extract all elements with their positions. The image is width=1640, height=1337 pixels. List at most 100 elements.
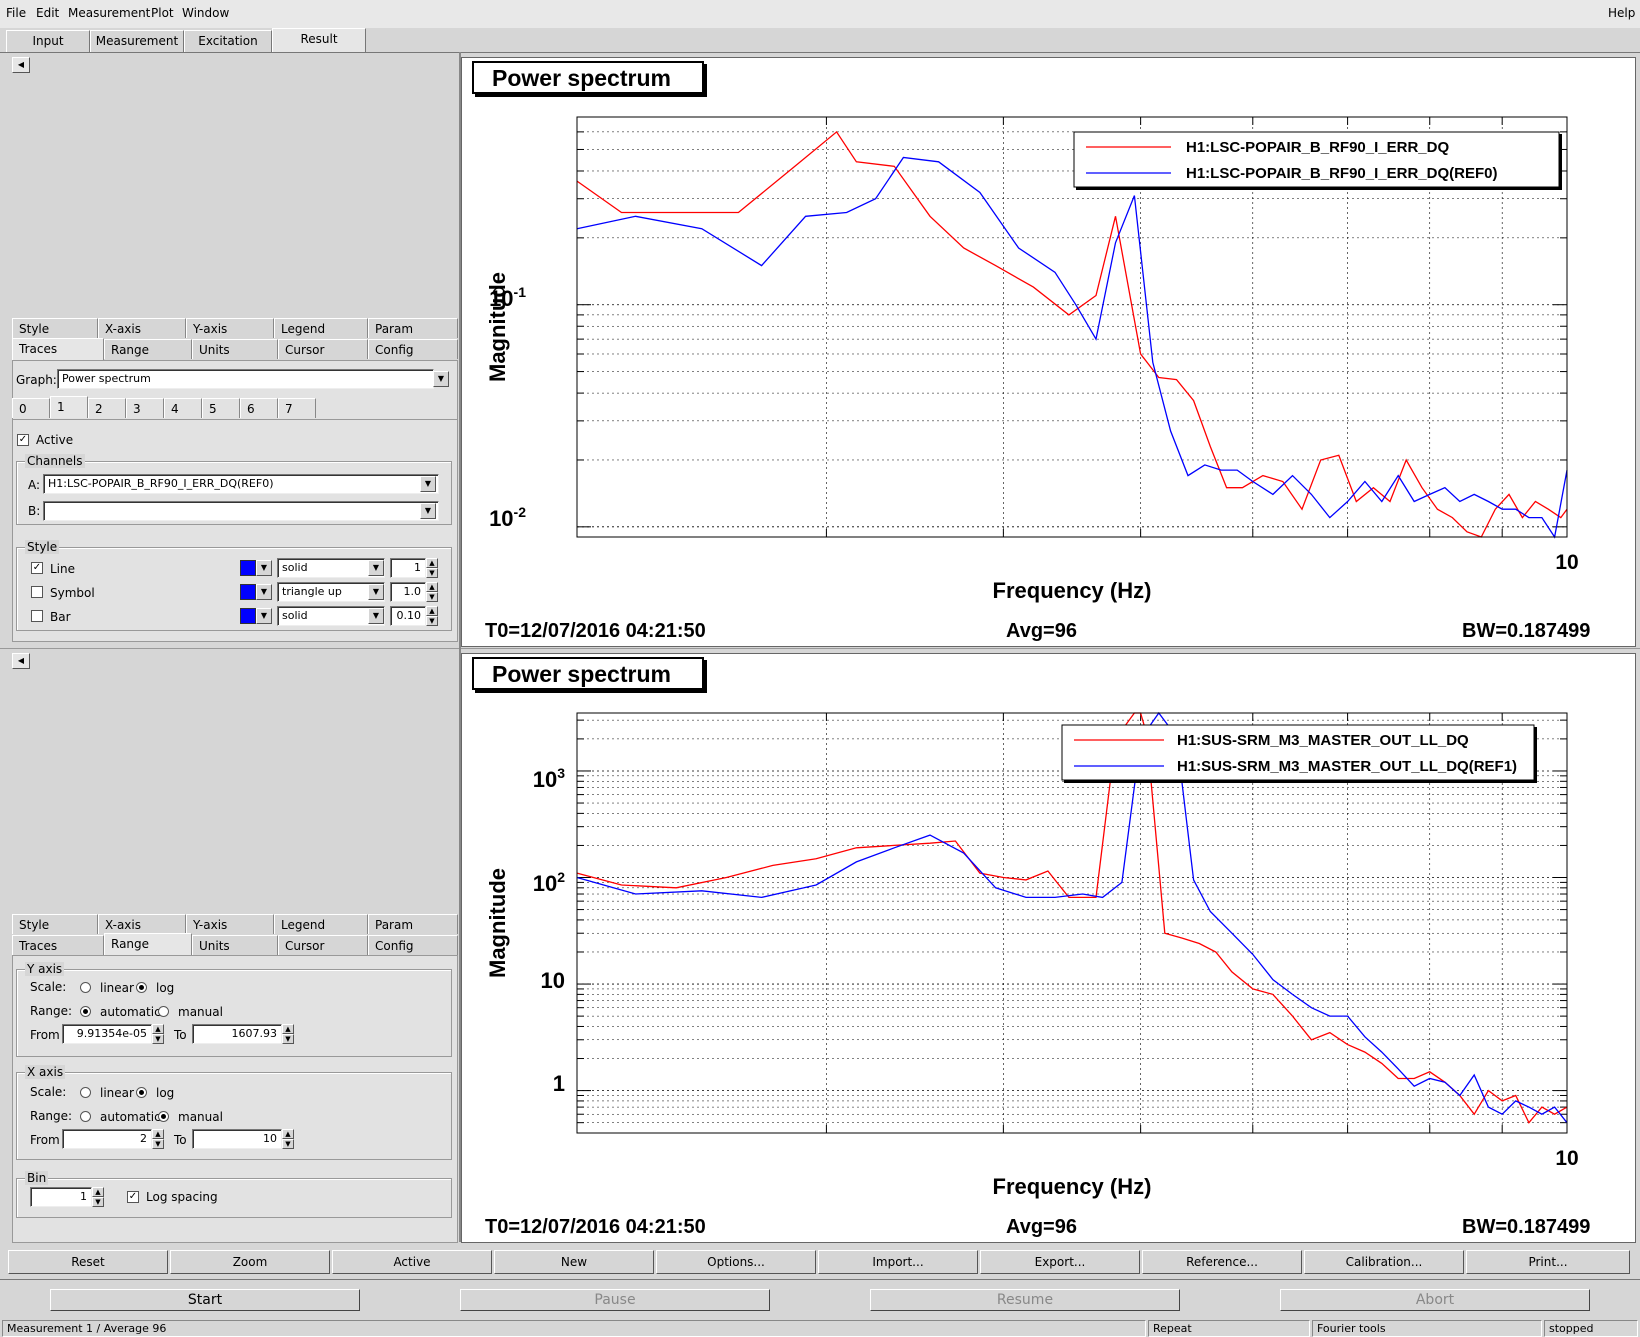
x-to-field[interactable]: 10 bbox=[192, 1129, 282, 1149]
ptab-xaxis[interactable]: X-axis bbox=[98, 318, 186, 338]
ptab2-yaxis[interactable]: Y-axis bbox=[186, 914, 274, 934]
channel-a-select[interactable]: H1:LSC-POPAIR_B_RF90_I_ERR_DQ(REF0) bbox=[43, 474, 439, 494]
y-automatic-radio[interactable] bbox=[80, 1006, 91, 1017]
menu-help[interactable]: Help bbox=[1608, 6, 1635, 20]
ptab2-style[interactable]: Style bbox=[12, 914, 98, 934]
ptab2-units[interactable]: Units bbox=[192, 935, 278, 955]
active-checkbox[interactable]: ✓ bbox=[17, 434, 29, 446]
menu-plot[interactable]: Plot bbox=[151, 6, 174, 20]
x-from-field[interactable]: 2 bbox=[62, 1129, 152, 1149]
channel-b-dropdown-icon[interactable]: ▼ bbox=[420, 503, 436, 519]
tab-excitation[interactable]: Excitation bbox=[184, 30, 272, 52]
reset-button[interactable]: Reset bbox=[8, 1250, 168, 1274]
bar-style-dropdown-icon[interactable]: ▼ bbox=[368, 608, 384, 624]
ptab-traces[interactable]: Traces bbox=[12, 338, 104, 360]
graph-select[interactable]: Power spectrum bbox=[57, 369, 434, 389]
graph-dropdown-icon[interactable]: ▼ bbox=[433, 371, 449, 387]
ptab-cursor[interactable]: Cursor bbox=[278, 339, 368, 359]
ptab-yaxis[interactable]: Y-axis bbox=[186, 318, 274, 338]
symbol-checkbox[interactable] bbox=[31, 586, 43, 598]
ptab2-xaxis[interactable]: X-axis bbox=[98, 914, 186, 934]
ptab-range[interactable]: Range bbox=[104, 339, 192, 359]
bin-spinner[interactable]: ▲ ▼ bbox=[92, 1187, 104, 1207]
zoom-button[interactable]: Zoom bbox=[170, 1250, 330, 1274]
symbol-style-dropdown-icon[interactable]: ▼ bbox=[368, 584, 384, 600]
y-manual-radio[interactable] bbox=[158, 1006, 169, 1017]
line-style-dropdown-icon[interactable]: ▼ bbox=[368, 560, 384, 576]
import-button[interactable]: Import... bbox=[818, 1250, 978, 1274]
trace-tab-2[interactable]: 2 bbox=[88, 398, 126, 418]
y-from-spinner[interactable]: ▲ ▼ bbox=[152, 1024, 164, 1044]
resume-button[interactable]: Resume bbox=[870, 1289, 1180, 1311]
line-width-field[interactable]: 1 bbox=[390, 558, 426, 578]
symbol-size-field[interactable]: 1.0 bbox=[390, 582, 426, 602]
menu-file[interactable]: File bbox=[6, 6, 26, 20]
ptab2-legend[interactable]: Legend bbox=[274, 914, 368, 934]
trace-tab-4[interactable]: 4 bbox=[164, 398, 202, 418]
line-checkbox[interactable]: ✓ bbox=[31, 562, 43, 574]
trace-tab-3[interactable]: 3 bbox=[126, 398, 164, 418]
tab-input[interactable]: Input bbox=[6, 30, 90, 52]
y-log-radio[interactable] bbox=[136, 982, 147, 993]
ptab2-cursor[interactable]: Cursor bbox=[278, 935, 368, 955]
menu-edit[interactable]: Edit bbox=[36, 6, 59, 20]
plot-1-svg[interactable]: 10-1 10-2 10 Frequency (Hz) Magnitude H1… bbox=[461, 57, 1636, 647]
x-linear-radio[interactable] bbox=[80, 1087, 91, 1098]
bar-color-swatch[interactable] bbox=[240, 608, 256, 624]
x-automatic-radio[interactable] bbox=[80, 1111, 91, 1122]
menu-window[interactable]: Window bbox=[182, 6, 229, 20]
collapse-left-icon[interactable]: ◀ bbox=[12, 57, 30, 73]
log-spacing-checkbox[interactable]: ✓ bbox=[127, 1191, 139, 1203]
trace-tab-1[interactable]: 1 bbox=[50, 396, 88, 418]
line-color-dropdown-icon[interactable]: ▼ bbox=[256, 560, 272, 576]
plot-2-svg[interactable]: 103 102 10 1 10 Frequency (Hz) Magnitude… bbox=[461, 653, 1636, 1243]
trace-tab-6[interactable]: 6 bbox=[240, 398, 278, 418]
channel-a-dropdown-icon[interactable]: ▼ bbox=[420, 476, 436, 492]
ptab2-range[interactable]: Range bbox=[104, 933, 192, 955]
calibration-button[interactable]: Calibration... bbox=[1304, 1250, 1464, 1274]
symbol-color-swatch[interactable] bbox=[240, 584, 256, 600]
line-width-spinner[interactable]: ▲ ▼ bbox=[426, 558, 438, 578]
symbol-color-dropdown-icon[interactable]: ▼ bbox=[256, 584, 272, 600]
y-linear-radio[interactable] bbox=[80, 982, 91, 993]
menu-measurement[interactable]: Measurement bbox=[68, 6, 150, 20]
y-from-field[interactable]: 9.91354e-05 bbox=[62, 1024, 152, 1044]
collapse-left-bottom-icon[interactable]: ◀ bbox=[12, 653, 30, 669]
ptab2-param[interactable]: Param bbox=[368, 914, 458, 934]
channel-b-select[interactable] bbox=[43, 501, 439, 521]
start-button[interactable]: Start bbox=[50, 1289, 360, 1311]
print-button[interactable]: Print... bbox=[1466, 1250, 1630, 1274]
ptab-legend[interactable]: Legend bbox=[274, 318, 368, 338]
bin-field[interactable]: 1 bbox=[30, 1187, 92, 1207]
trace-tab-5[interactable]: 5 bbox=[202, 398, 240, 418]
new-button[interactable]: New bbox=[494, 1250, 654, 1274]
ptab-config[interactable]: Config bbox=[368, 339, 458, 359]
y-to-spinner[interactable]: ▲ ▼ bbox=[282, 1024, 294, 1044]
options-button[interactable]: Options... bbox=[656, 1250, 816, 1274]
y-to-field[interactable]: 1607.93 bbox=[192, 1024, 282, 1044]
ptab-units[interactable]: Units bbox=[192, 339, 278, 359]
active-button[interactable]: Active bbox=[332, 1250, 492, 1274]
line-color-swatch[interactable] bbox=[240, 560, 256, 576]
abort-button[interactable]: Abort bbox=[1280, 1289, 1590, 1311]
trace-tab-7[interactable]: 7 bbox=[278, 398, 316, 418]
reference-button[interactable]: Reference... bbox=[1142, 1250, 1302, 1274]
symbol-size-spinner[interactable]: ▲ ▼ bbox=[426, 582, 438, 602]
trace-tab-0[interactable]: 0 bbox=[12, 398, 50, 418]
x-manual-radio[interactable] bbox=[158, 1111, 169, 1122]
ptab2-config[interactable]: Config bbox=[368, 935, 458, 955]
pause-button[interactable]: Pause bbox=[460, 1289, 770, 1311]
export-button[interactable]: Export... bbox=[980, 1250, 1140, 1274]
ptab-style[interactable]: Style bbox=[12, 318, 98, 338]
bar-color-dropdown-icon[interactable]: ▼ bbox=[256, 608, 272, 624]
tab-result[interactable]: Result bbox=[272, 28, 366, 52]
tab-measurement[interactable]: Measurement bbox=[90, 30, 184, 52]
bar-width-spinner[interactable]: ▲ ▼ bbox=[426, 606, 438, 626]
x-log-radio[interactable] bbox=[136, 1087, 147, 1098]
x-to-spinner[interactable]: ▲ ▼ bbox=[282, 1129, 294, 1149]
bar-width-field[interactable]: 0.10 bbox=[390, 606, 426, 626]
bar-checkbox[interactable] bbox=[31, 610, 43, 622]
x-from-spinner[interactable]: ▲ ▼ bbox=[152, 1129, 164, 1149]
ptab-param[interactable]: Param bbox=[368, 318, 458, 338]
ptab2-traces[interactable]: Traces bbox=[12, 935, 104, 955]
